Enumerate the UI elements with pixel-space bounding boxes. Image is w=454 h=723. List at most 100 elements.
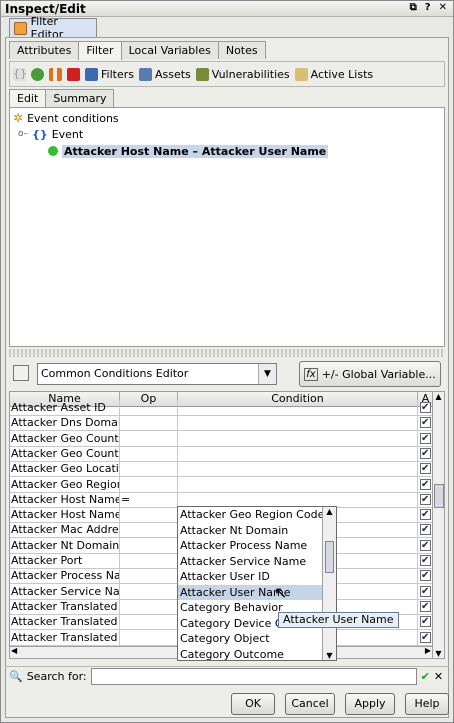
tree-node-condition[interactable]: Attacker Host Name – Attacker User Name xyxy=(48,143,329,159)
tab-filter-editor[interactable]: Filter Editor xyxy=(9,15,97,41)
dropdown-item[interactable]: Attacker Service Name xyxy=(178,554,336,570)
cell-condition[interactable] xyxy=(178,430,418,446)
checkbox[interactable] xyxy=(420,599,431,614)
cell-condition[interactable] xyxy=(178,491,418,507)
checkbox[interactable] xyxy=(420,415,431,430)
cell-condition[interactable] xyxy=(178,476,418,492)
cell-condition[interactable] xyxy=(178,461,418,477)
pause-icon[interactable] xyxy=(49,67,62,81)
grid-vertical-scrollbar[interactable]: ▲ ▼ xyxy=(432,391,445,659)
table-row[interactable]: Attacker Geo Locatio… xyxy=(10,461,432,478)
checkbox[interactable] xyxy=(420,522,431,537)
cell-op[interactable] xyxy=(120,598,178,614)
cell-name[interactable]: Attacker Service Name xyxy=(10,583,120,599)
dropdown-item[interactable]: Category Outcome xyxy=(178,647,336,661)
checkbox[interactable] xyxy=(420,446,431,461)
tab-filter[interactable]: Filter xyxy=(78,41,122,60)
checkbox[interactable] xyxy=(420,492,431,507)
scroll-thumb[interactable] xyxy=(434,484,444,508)
tab-notes[interactable]: Notes xyxy=(217,41,266,59)
cell-op[interactable] xyxy=(120,400,178,415)
apply-button[interactable]: Apply xyxy=(345,693,395,715)
checkbox[interactable] xyxy=(420,477,431,492)
dropdown-item[interactable]: Attacker Nt Domain xyxy=(178,523,336,539)
cell-name[interactable]: Attacker Translated … xyxy=(10,614,120,630)
checkbox[interactable] xyxy=(420,584,431,599)
braces-icon[interactable]: {} xyxy=(13,67,27,81)
cell-op[interactable] xyxy=(120,537,178,553)
help-icon[interactable]: ? xyxy=(425,2,431,13)
dd-scroll-down-icon[interactable]: ▼ xyxy=(323,651,336,660)
table-row[interactable]: Attacker Dns Domain xyxy=(10,415,432,432)
checkbox[interactable] xyxy=(420,431,431,446)
cell-name[interactable]: Attacker Nt Domain xyxy=(10,537,120,553)
cell-op[interactable] xyxy=(120,445,178,461)
table-row[interactable]: Attacker Geo Countr… xyxy=(10,430,432,447)
vulnerabilities-button[interactable]: Vulnerabilities xyxy=(195,67,290,81)
tree-node-root[interactable]: ✲ Event conditions xyxy=(13,110,119,126)
cell-op[interactable] xyxy=(120,476,178,492)
cell-op[interactable] xyxy=(120,461,178,477)
dd-scroll-thumb[interactable] xyxy=(325,541,334,573)
dropdown-item[interactable]: Category Object xyxy=(178,631,336,647)
checkbox[interactable] xyxy=(420,553,431,568)
checkbox[interactable] xyxy=(420,461,431,476)
tree-node-event[interactable]: o– {} Event xyxy=(18,126,83,142)
cell-name[interactable]: Attacker Geo Countr… xyxy=(10,430,120,446)
cell-name[interactable]: Attacker Geo Countr… xyxy=(10,445,120,461)
checkbox[interactable] xyxy=(420,400,431,415)
cell-name[interactable]: Attacker Host Name xyxy=(10,491,120,507)
editor-select[interactable]: Common Conditions Editor ▼ xyxy=(37,363,277,385)
cell-name[interactable]: Attacker Geo Locatio… xyxy=(10,461,120,477)
help-button[interactable]: Help xyxy=(405,693,449,715)
filters-button[interactable]: Filters xyxy=(85,67,134,81)
split-pane-divider[interactable] xyxy=(9,349,445,357)
cell-op[interactable] xyxy=(120,568,178,584)
expand-icon[interactable]: o– xyxy=(18,129,28,139)
dropdown-scrollbar[interactable]: ▲ ▼ xyxy=(322,507,336,660)
dd-scroll-up-icon[interactable]: ▲ xyxy=(323,507,336,516)
cell-op[interactable] xyxy=(120,629,178,645)
cell-op[interactable] xyxy=(120,553,178,568)
cell-name[interactable]: Attacker Dns Domain xyxy=(10,415,120,431)
checkbox[interactable] xyxy=(420,507,431,522)
user-icon[interactable] xyxy=(31,67,44,81)
tab-summary[interactable]: Summary xyxy=(45,89,115,107)
restore-icon[interactable]: ⧉ xyxy=(410,2,417,13)
cell-op[interactable] xyxy=(120,507,178,523)
cell-name[interactable]: Attacker Asset ID xyxy=(10,400,120,415)
tab-attributes[interactable]: Attributes xyxy=(9,41,80,59)
checkbox[interactable] xyxy=(420,568,431,583)
cell-op[interactable] xyxy=(120,522,178,538)
cell-name[interactable]: Attacker Process Name xyxy=(10,568,120,584)
ok-button[interactable]: OK xyxy=(231,693,275,715)
search-input[interactable] xyxy=(90,668,417,685)
cell-name[interactable]: Attacker Geo Region … xyxy=(10,476,120,492)
close-icon[interactable]: ✕ xyxy=(439,2,447,13)
not-icon[interactable] xyxy=(67,67,80,81)
dropdown-item[interactable]: Attacker User ID xyxy=(178,569,336,585)
cell-op[interactable] xyxy=(120,415,178,431)
scroll-left-icon[interactable]: ◀ xyxy=(11,646,17,655)
chevron-down-icon[interactable]: ▼ xyxy=(258,364,276,384)
scroll-down-icon[interactable]: ▼ xyxy=(433,649,444,658)
tab-local-variables[interactable]: Local Variables xyxy=(120,41,219,59)
dropdown-item[interactable]: Attacker Geo Region Code xyxy=(178,507,336,523)
cell-name[interactable]: Attacker Translated … xyxy=(10,598,120,614)
checkbox[interactable] xyxy=(420,614,431,629)
clear-icon[interactable]: ✕ xyxy=(434,670,443,683)
scroll-right-icon[interactable]: ▶ xyxy=(425,646,431,655)
cell-condition[interactable] xyxy=(178,400,418,415)
active-lists-button[interactable]: Active Lists xyxy=(294,67,373,81)
table-row[interactable]: Attacker Geo Region … xyxy=(10,476,432,493)
checkmark-icon[interactable]: ✔ xyxy=(421,670,430,683)
cell-name[interactable]: Attacker Host Name xyxy=(10,507,120,523)
cell-condition[interactable] xyxy=(178,415,418,431)
tab-edit[interactable]: Edit xyxy=(9,89,47,108)
assets-button[interactable]: Assets xyxy=(138,67,191,81)
table-row[interactable]: Attacker Geo Countr… xyxy=(10,445,432,462)
table-row[interactable]: Attacker Asset ID xyxy=(10,400,432,416)
cell-op[interactable] xyxy=(120,614,178,630)
cell-condition[interactable] xyxy=(178,445,418,461)
checkbox[interactable] xyxy=(420,630,431,645)
